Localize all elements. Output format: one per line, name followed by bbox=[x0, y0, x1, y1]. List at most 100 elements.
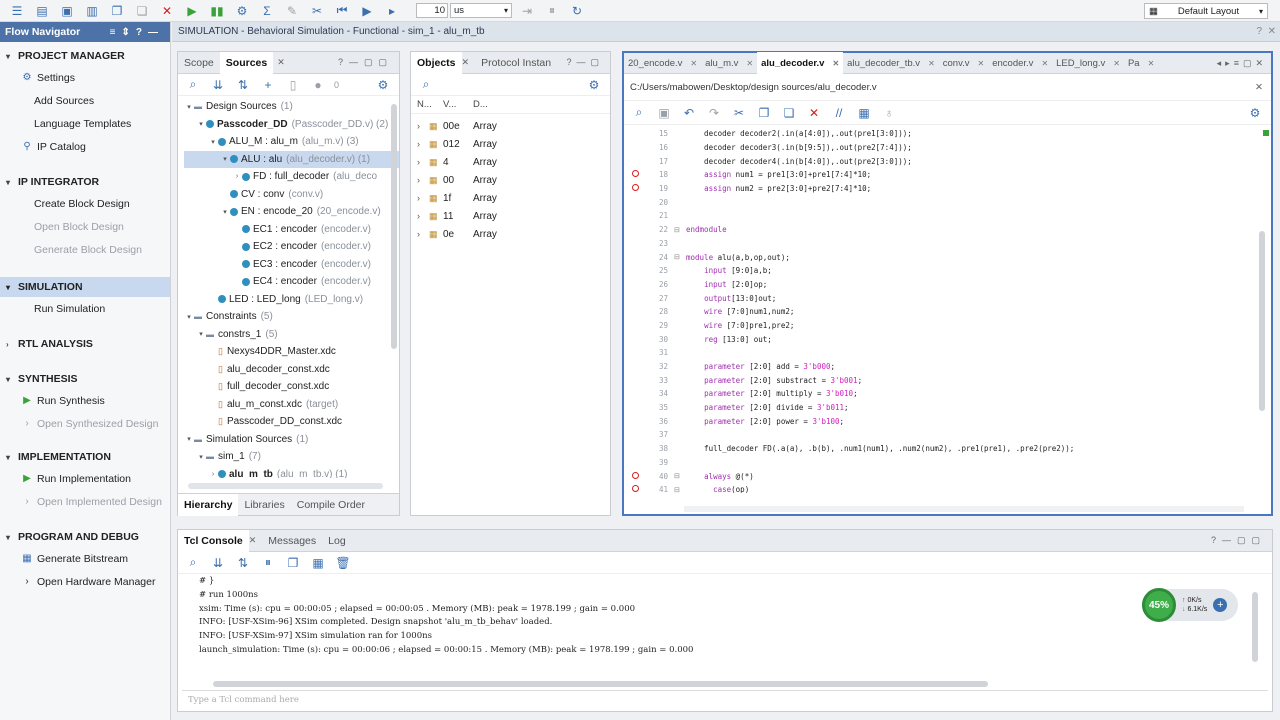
close-icon[interactable]: ✕ bbox=[832, 59, 839, 68]
collapse-all-icon[interactable]: ⇊ bbox=[209, 76, 227, 94]
run-for-icon[interactable]: ▸ bbox=[383, 2, 401, 20]
break-icon[interactable]: ⏸ bbox=[543, 2, 561, 20]
editor-tab[interactable]: alu_m.v ✕ bbox=[701, 52, 757, 74]
restart-icon[interactable]: ⏮ bbox=[333, 2, 351, 20]
expand-arrow-icon[interactable]: › bbox=[417, 229, 429, 239]
expand-arrow-icon[interactable]: › bbox=[417, 211, 429, 221]
editor-vscroll[interactable] bbox=[1259, 231, 1265, 411]
object-row[interactable]: › ▦ 00 Array bbox=[411, 171, 610, 189]
section-simulation[interactable]: ▾ SIMULATION bbox=[0, 277, 170, 297]
expand-all-icon[interactable]: ⇅ bbox=[234, 554, 252, 572]
search-icon[interactable]: ⌕ bbox=[630, 104, 648, 122]
tcl-hscroll[interactable] bbox=[213, 681, 988, 687]
table-icon[interactable]: ▦ bbox=[855, 104, 873, 122]
code-line[interactable]: 20 bbox=[624, 195, 1271, 209]
breakpoint-icon[interactable] bbox=[624, 170, 646, 179]
code-line[interactable]: 41 ⊟ case(op) bbox=[624, 483, 1271, 493]
tree-item[interactable]: ▾ ALU : alu (alu_decoder.v) (1) bbox=[184, 150, 399, 168]
section-project-manager[interactable]: ▾ PROJECT MANAGER bbox=[0, 46, 170, 66]
copy-icon[interactable]: ❐ bbox=[755, 104, 773, 122]
breakpoint-icon[interactable] bbox=[624, 184, 646, 193]
close-icon[interactable]: ✕ bbox=[978, 59, 985, 68]
undo-icon[interactable]: ↶ bbox=[680, 104, 698, 122]
editor-tab[interactable]: alu_decoder_tb.v ✕ bbox=[843, 52, 939, 74]
time-value-field[interactable]: 10 bbox=[416, 3, 448, 18]
code-line[interactable]: 23 bbox=[624, 237, 1271, 251]
collapse-all-icon[interactable]: ⇊ bbox=[209, 554, 227, 572]
section-synthesis[interactable]: ▾ SYNTHESIS bbox=[0, 369, 170, 389]
expand-arrow-icon[interactable]: › bbox=[417, 121, 429, 131]
code-line[interactable]: 22 ⊟ endmodule bbox=[624, 223, 1271, 237]
tcl-command-input[interactable]: Type a Tcl command here bbox=[182, 690, 1268, 708]
tab-objects[interactable]: Objects bbox=[411, 51, 462, 74]
expand-arrow-icon[interactable]: ▾ bbox=[184, 313, 194, 321]
expand-arrow-icon[interactable]: ▾ bbox=[196, 120, 206, 128]
expand-arrow-icon[interactable]: ▾ bbox=[184, 103, 194, 111]
tree-item[interactable]: ▯ full_decoder_const.xdc bbox=[184, 378, 399, 396]
tab-scope[interactable]: Scope bbox=[178, 52, 220, 74]
editor-tab[interactable]: Pa ✕ bbox=[1124, 52, 1158, 74]
fold-icon[interactable]: ⊟ bbox=[674, 472, 686, 480]
redo-icon[interactable]: ↷ bbox=[705, 104, 723, 122]
pause-icon[interactable]: ⏸ bbox=[259, 554, 277, 572]
close-icon[interactable]: ✕ bbox=[690, 59, 697, 68]
open-icon[interactable]: ▤ bbox=[33, 2, 51, 20]
expand-arrow-icon[interactable]: › bbox=[417, 193, 429, 203]
tab-libraries[interactable]: Libraries bbox=[238, 494, 290, 516]
editor-tab-controls[interactable]: ◂▸≡▢✕ bbox=[1217, 58, 1267, 69]
lightbulb-icon[interactable]: ♁ bbox=[880, 104, 898, 122]
expand-arrow-icon[interactable]: ▾ bbox=[220, 208, 230, 216]
expand-arrow-icon[interactable]: ▾ bbox=[196, 330, 206, 338]
object-row[interactable]: › ▦ 00e Array bbox=[411, 117, 610, 135]
tree-item[interactable]: EC4 : encoder (encoder.v) bbox=[184, 273, 399, 291]
section-ip-integrator[interactable]: ▾ IP INTEGRATOR bbox=[0, 172, 170, 192]
paste-icon[interactable]: ❏ bbox=[780, 104, 798, 122]
tree-item[interactable]: ▯ alu_decoder_const.xdc bbox=[184, 361, 399, 379]
code-line[interactable]: 25 input [9:0]a,b; bbox=[624, 264, 1271, 278]
code-line[interactable]: 30 reg [13:0] out; bbox=[624, 332, 1271, 346]
tab-sources[interactable]: Sources bbox=[219, 51, 274, 74]
nav-add-sources[interactable]: Add Sources bbox=[0, 89, 170, 112]
trash-icon[interactable]: 🗑 bbox=[334, 554, 352, 572]
add-icon[interactable]: + bbox=[259, 76, 277, 94]
code-line[interactable]: 38 full_decoder FD(.a(a), .b(b), .num1(n… bbox=[624, 442, 1271, 456]
code-line[interactable]: 33 parameter [2:0] substract = 3'b001; bbox=[624, 373, 1271, 387]
tree-item[interactable]: ▾ ▬ Design Sources (1) bbox=[184, 98, 399, 116]
file-icon[interactable]: ▯ bbox=[284, 76, 302, 94]
code-line[interactable]: 28 wire [7:0]num1,num2; bbox=[624, 305, 1271, 319]
save-icon[interactable]: ▣ bbox=[58, 2, 76, 20]
close-icon[interactable]: ✕ bbox=[1268, 26, 1276, 37]
expand-all-icon[interactable]: ⇅ bbox=[234, 76, 252, 94]
sources-vscroll[interactable] bbox=[391, 104, 397, 349]
flow-navigator-controls[interactable]: ≡⇕?— bbox=[110, 27, 164, 38]
close-icon[interactable]: ✕ bbox=[1041, 59, 1048, 68]
column-value[interactable]: V... bbox=[443, 99, 473, 110]
nav-open-block-design[interactable]: Open Block Design bbox=[0, 215, 170, 238]
tab-protocol-instances[interactable]: Protocol Instan bbox=[475, 52, 557, 74]
nav-ip-catalog[interactable]: ⚲ IP Catalog bbox=[0, 135, 170, 158]
disabled-tool-icon[interactable]: ✎ bbox=[283, 2, 301, 20]
code-line[interactable]: 39 bbox=[624, 456, 1271, 470]
tree-item[interactable]: CV : conv (conv.v) bbox=[184, 186, 399, 204]
breakpoint-icon[interactable] bbox=[624, 485, 646, 493]
search-icon[interactable]: ⌕ bbox=[184, 554, 202, 572]
expand-arrow-icon[interactable]: ▾ bbox=[196, 453, 206, 461]
tree-item[interactable]: ▾ EN : encode_20 (20_encode.v) bbox=[184, 203, 399, 221]
tab-hierarchy[interactable]: Hierarchy bbox=[178, 493, 239, 516]
tree-item[interactable]: LED : LED_long (LED_long.v) bbox=[184, 291, 399, 309]
close-icon[interactable]: ✕ bbox=[277, 57, 285, 68]
layout-select[interactable]: ▦ Default Layout ▾ bbox=[1144, 3, 1268, 19]
nav-open-synthesized-design[interactable]: › Open Synthesized Design bbox=[0, 412, 170, 435]
close-icon[interactable]: ✕ bbox=[1113, 59, 1120, 68]
tree-item[interactable]: ▯ Passcoder_DD_const.xdc bbox=[184, 413, 399, 431]
tree-item[interactable]: ▯ alu_m_const.xdc (target) bbox=[184, 396, 399, 414]
code-line[interactable]: 24 ⊟ module alu(a,b,op,out); bbox=[624, 250, 1271, 264]
tree-item[interactable]: ▾ ALU_M : alu_m (alu_m.v) (3) bbox=[184, 133, 399, 151]
cross-tool-icon[interactable]: ✂ bbox=[308, 2, 326, 20]
fold-icon[interactable]: ⊟ bbox=[674, 253, 686, 261]
run-all-icon[interactable]: ▮▮ bbox=[208, 2, 226, 20]
panel-controls[interactable]: ?—▢▢ bbox=[338, 57, 393, 68]
nav-open-implemented-design[interactable]: › Open Implemented Design bbox=[0, 490, 170, 513]
object-row[interactable]: › ▦ 11 Array bbox=[411, 207, 610, 225]
code-line[interactable]: 17 decoder decoder4(.in(b[4:0]),.out(pre… bbox=[624, 154, 1271, 168]
